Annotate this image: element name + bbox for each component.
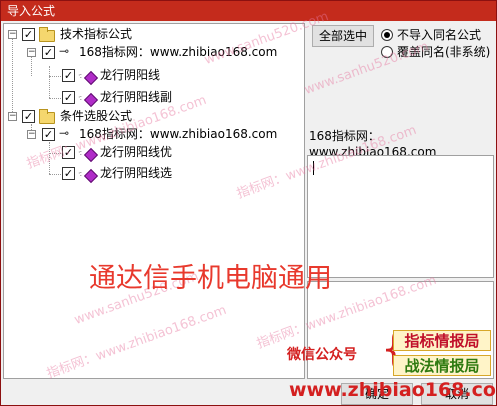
account-name-2: 战法情报局: [393, 355, 491, 376]
formula-item[interactable]: 龙行阴阳线优: [100, 143, 172, 161]
source2-checkbox[interactable]: ✓: [42, 128, 55, 141]
connector-dots-icon: ·:: [78, 71, 82, 80]
wechat-label: 微信公众号: [287, 347, 357, 363]
formula-gem-icon: [83, 147, 99, 163]
group1-label[interactable]: 技术指标公式: [60, 25, 132, 43]
source1-checkbox[interactable]: ✓: [42, 46, 55, 59]
formula-item[interactable]: 龙行阴阳线选: [100, 164, 172, 182]
tree-connector: [49, 153, 61, 154]
folder-icon: [39, 27, 55, 42]
tree-connector: [31, 56, 32, 76]
expand-toggle-source1[interactable]: −: [27, 48, 36, 57]
promo-text: 通达信手机电脑通用: [89, 263, 332, 294]
group2-checkbox[interactable]: ✓: [22, 110, 35, 123]
formula-gem-icon: [83, 168, 99, 184]
formula-tree[interactable]: − ✓ 技术指标公式 − ✓ ⊸ 168指标网：www.zhibiao168.c…: [3, 23, 305, 379]
item-checkbox[interactable]: ✓: [62, 69, 75, 82]
info-source-line2: www.zhibiao168.com: [309, 145, 437, 155]
group1-checkbox[interactable]: ✓: [22, 28, 35, 41]
text-caret: [313, 161, 314, 175]
tree-connector: [49, 66, 50, 98]
expand-toggle-group1[interactable]: −: [8, 30, 17, 39]
expand-toggle-group2[interactable]: −: [8, 112, 17, 121]
no-import-radio[interactable]: [381, 29, 393, 41]
key-icon: ⊸: [59, 44, 70, 58]
select-all-button[interactable]: 全部选中: [312, 25, 374, 47]
account-name-1: 指标情报局: [393, 330, 491, 351]
connector-dots-icon: ·:: [78, 148, 82, 157]
info-source-line1: 168指标网：: [309, 129, 380, 143]
connector-dots-icon: ·:: [78, 169, 82, 178]
group2-label[interactable]: 条件选股公式: [60, 107, 132, 125]
item-checkbox[interactable]: ✓: [62, 91, 75, 104]
tree-connector: [49, 76, 61, 77]
tree-connector: [49, 174, 61, 175]
item-checkbox[interactable]: ✓: [62, 146, 75, 159]
tree-connector: [49, 98, 61, 99]
source2-label[interactable]: 168指标网：www.zhibiao168.com: [79, 125, 277, 143]
formula-item[interactable]: 龙行阴阳线: [100, 66, 160, 84]
dialog-title: 导入公式: [1, 1, 496, 21]
formula-gem-icon: [83, 70, 99, 86]
overwrite-label[interactable]: 覆盖同名(非系统): [397, 45, 490, 59]
item-checkbox[interactable]: ✓: [62, 167, 75, 180]
expand-toggle-source2[interactable]: −: [27, 130, 36, 139]
description-textbox[interactable]: [307, 155, 494, 278]
key-icon: ⊸: [59, 126, 70, 140]
no-import-label[interactable]: 不导入同名公式: [397, 28, 481, 42]
tree-connector: [12, 38, 13, 116]
site-url: www.zhibiao168.com: [289, 379, 497, 401]
formula-item[interactable]: 龙行阴阳线副: [100, 88, 172, 106]
formula-gem-icon: [83, 92, 99, 108]
source1-label[interactable]: 168指标网：www.zhibiao168.com: [79, 43, 277, 61]
import-formula-dialog: 导入公式 − ✓ 技术指标公式 − ✓ ⊸ 168指标网：www.zhibiao…: [0, 0, 497, 406]
tree-connector: [49, 142, 50, 174]
connector-dots-icon: ·:: [78, 93, 82, 102]
folder-icon: [39, 109, 55, 124]
overwrite-radio[interactable]: [381, 46, 393, 58]
